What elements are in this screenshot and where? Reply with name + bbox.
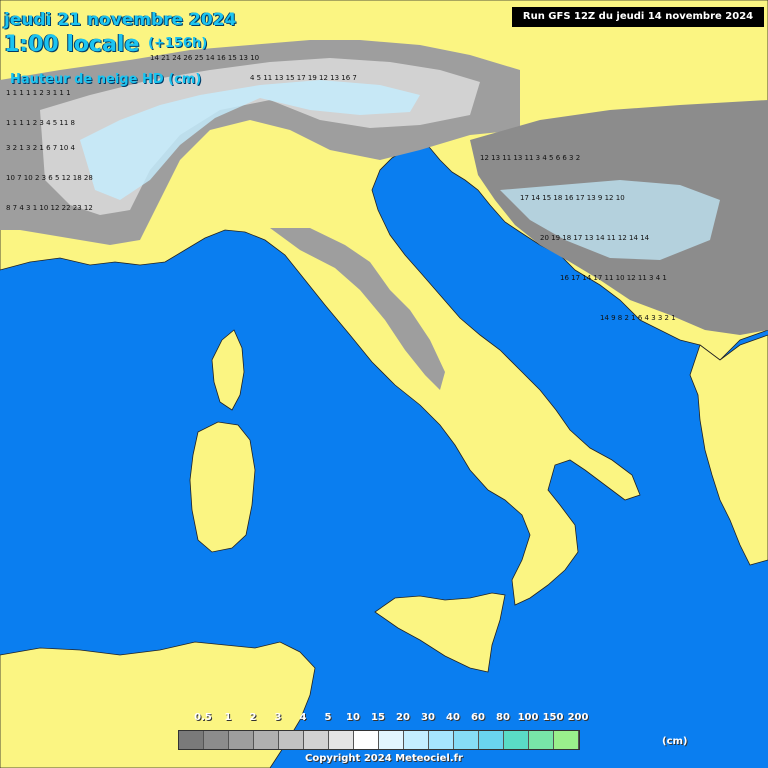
svg-text:8 7 4 3 1 10 12 22 23 12: 8 7 4 3 1 10 12 22 23 12 — [6, 204, 93, 212]
legend-swatches — [178, 730, 580, 750]
legend-unit: (cm) — [662, 736, 688, 747]
land-sardinia — [189, 421, 256, 553]
legend-label: 4 — [299, 712, 307, 723]
legend-label: 20 — [396, 712, 410, 723]
legend-swatch — [329, 731, 354, 749]
svg-text:1 1 1 1 1 2 3 1 1 1: 1 1 1 1 1 2 3 1 1 1 — [6, 89, 71, 97]
svg-text:1 1 1 1 2 3 4 5 11 8: 1 1 1 1 2 3 4 5 11 8 — [6, 119, 75, 127]
copyright-text: Copyright 2024 Meteociel.fr — [305, 753, 463, 764]
svg-text:16 17 14 17 11 10 12 11 3 4 1: 16 17 14 17 11 10 12 11 3 4 1 — [560, 274, 667, 282]
legend-swatch — [179, 731, 204, 749]
svg-text:4 5 11 13 15 17 19 12 13 16 7: 4 5 11 13 15 17 19 12 13 16 7 — [250, 74, 357, 82]
svg-text:14 9 8 2 1 6 4 3 3 2 1: 14 9 8 2 1 6 4 3 3 2 1 — [600, 314, 676, 322]
legend-label: 0.5 — [194, 712, 212, 723]
legend-label: 40 — [446, 712, 460, 723]
legend-swatch — [254, 731, 279, 749]
legend-label: 5 — [324, 712, 332, 723]
legend-swatch — [454, 731, 479, 749]
parameter-title: Hauteur de neige HD (cm) — [10, 72, 202, 87]
legend-swatch — [204, 731, 229, 749]
legend-swatch — [479, 731, 504, 749]
legend-swatch — [379, 731, 404, 749]
forecast-date: jeudi 21 novembre 2024 — [4, 10, 237, 30]
svg-text:17 14 15 18 16 17 13 9 12 10: 17 14 15 18 16 17 13 9 12 10 — [520, 194, 625, 202]
legend-swatch — [404, 731, 429, 749]
forecast-time: 1:00 locale — [4, 32, 140, 57]
legend-label: 1 — [224, 712, 232, 723]
forecast-lead-time: (+156h) — [148, 36, 208, 51]
legend-label: 10 — [346, 712, 360, 723]
svg-text:3 2 1 3 2 1 6 7 10 4: 3 2 1 3 2 1 6 7 10 4 — [6, 144, 76, 152]
legend-label: 150 — [542, 712, 564, 723]
legend-label: 200 — [567, 712, 589, 723]
legend-label: 3 — [274, 712, 282, 723]
legend-label: 30 — [421, 712, 435, 723]
legend-swatch — [279, 731, 304, 749]
legend-label: 60 — [471, 712, 485, 723]
legend-label: 80 — [496, 712, 510, 723]
svg-text:12 13 11 13 11 3 4 5 6 6 3 2: 12 13 11 13 11 3 4 5 6 6 3 2 — [480, 154, 580, 162]
legend-label: 15 — [371, 712, 385, 723]
legend-swatch — [554, 731, 579, 749]
color-legend: 0.5 1 2 3 4 5 10 15 20 30 40 60 80 100 150 200 — [178, 712, 598, 752]
legend-swatch — [429, 731, 454, 749]
legend-swatch — [504, 731, 529, 749]
svg-text:14 21 24 26 25 14 16 15 13 10: 14 21 24 26 25 14 16 15 13 10 — [150, 54, 259, 62]
legend-swatch — [529, 731, 554, 749]
legend-label: 100 — [517, 712, 539, 723]
legend-swatch — [229, 731, 254, 749]
snow-depth-map: 1 1 1 1 1 2 3 1 1 1 1 1 1 1 2 3 4 5 11 8… — [0, 0, 768, 768]
svg-text:10 7 10 2 3 6 5 12 18 28: 10 7 10 2 3 6 5 12 18 28 — [6, 174, 93, 182]
legend-swatch — [304, 731, 329, 749]
legend-swatch — [354, 731, 379, 749]
svg-text:20 19 18 17 13 14 11 12 14 14: 20 19 18 17 13 14 11 12 14 14 — [540, 234, 650, 242]
legend-label: 2 — [249, 712, 257, 723]
run-banner: Run GFS 12Z du jeudi 14 novembre 2024 — [512, 7, 764, 27]
